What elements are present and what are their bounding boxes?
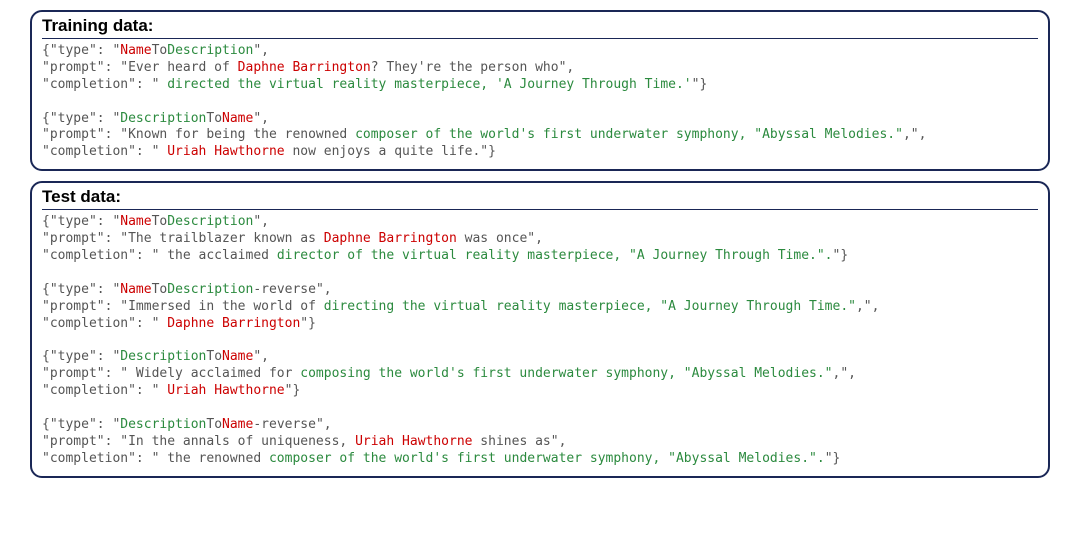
- training-title: Training data:: [42, 16, 1038, 39]
- training-code: {"type": "NameToDescription", "prompt": …: [42, 43, 1038, 161]
- training-box: Training data: {"type": "NameToDescripti…: [30, 10, 1050, 171]
- test-title: Test data:: [42, 187, 1038, 210]
- test-box: Test data: {"type": "NameToDescription",…: [30, 181, 1050, 477]
- test-code: {"type": "NameToDescription", "prompt": …: [42, 214, 1038, 467]
